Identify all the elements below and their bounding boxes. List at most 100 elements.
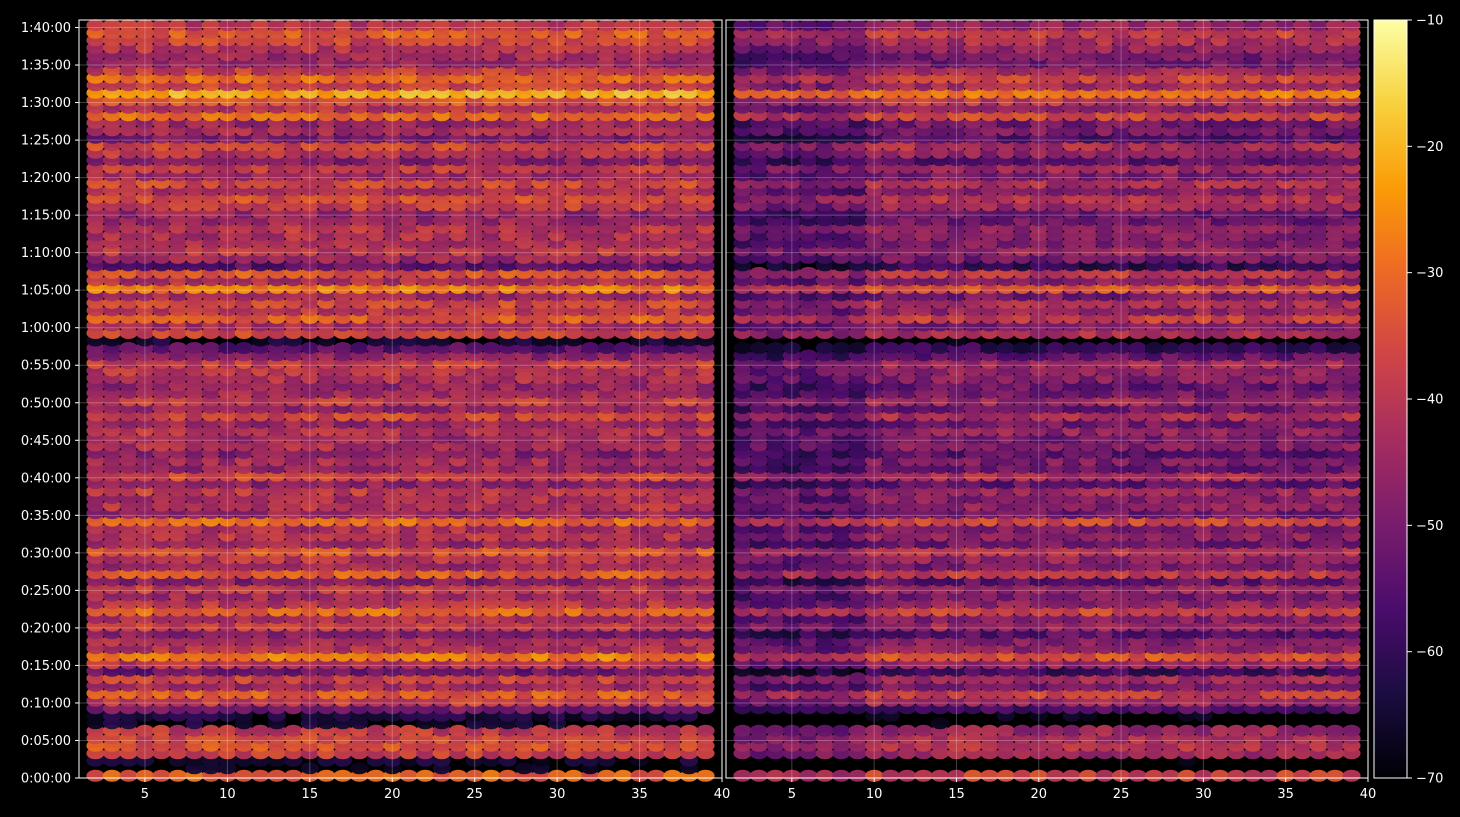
heatmap-cell — [1177, 724, 1196, 737]
heatmap-cell — [679, 724, 699, 737]
heatmap-cell — [597, 19, 616, 32]
heatmap-cell — [881, 724, 900, 737]
heatmap-cell — [1013, 769, 1032, 782]
heatmap-cell — [1046, 769, 1065, 782]
heatmap-cell — [333, 19, 352, 32]
heatmap-cell — [1260, 769, 1279, 782]
heatmap-cell — [234, 342, 253, 354]
panel-right — [725, 19, 1369, 782]
heatmap-cell — [1161, 769, 1180, 782]
heatmap-cell — [515, 762, 534, 775]
heatmap-cell — [234, 769, 253, 782]
heatmap-cell — [515, 19, 534, 32]
heatmap-cell — [267, 769, 286, 782]
heatmap-cell — [152, 769, 171, 782]
heatmap-cell — [749, 724, 769, 737]
heatmap-cell — [597, 724, 616, 737]
heatmap-cell — [597, 769, 616, 782]
heatmap-cell — [614, 724, 633, 737]
heatmap-cell — [733, 724, 752, 737]
heatmap-cell — [119, 19, 138, 32]
heatmap-cell — [980, 769, 999, 782]
heatmap-cell — [152, 724, 171, 737]
heatmap-cell — [449, 342, 468, 354]
heatmap-cell — [350, 19, 369, 32]
heatmap-cell — [1243, 769, 1262, 782]
heatmap-cell — [449, 724, 468, 737]
heatmap-cell — [251, 769, 270, 782]
heatmap-cell — [498, 19, 517, 32]
heatmap-cell — [267, 19, 286, 32]
heatmap-cell — [201, 19, 220, 32]
heatmap-cell — [832, 724, 851, 737]
heatmap-cell — [848, 672, 867, 685]
heatmap-cell — [168, 342, 187, 354]
heatmap-cell — [366, 19, 385, 32]
heatmap-cell — [564, 19, 583, 32]
heatmap-cell — [168, 724, 187, 737]
heatmap-cell — [581, 342, 600, 354]
heatmap-cell — [1144, 769, 1164, 782]
heatmap-cell — [152, 19, 171, 32]
heatmap-cell — [848, 769, 867, 782]
heatmap-cell — [482, 19, 501, 32]
heatmap-cell — [482, 342, 501, 354]
heatmap-cell — [696, 724, 715, 737]
heatmap-cell — [1062, 769, 1081, 782]
heatmap-cell — [482, 769, 501, 782]
heatmap-cell — [564, 724, 583, 737]
heatmap-cell — [531, 724, 550, 737]
heatmap-cell — [1342, 769, 1361, 782]
heatmap-cell — [201, 724, 220, 737]
panel-left — [78, 19, 723, 782]
heatmap-cell — [614, 19, 633, 32]
heatmap-cell — [1144, 724, 1164, 737]
heatmap-cell — [647, 724, 666, 737]
heatmap-cell — [1177, 769, 1196, 782]
heatmap-cell — [102, 19, 122, 32]
heatmap-cell — [614, 342, 633, 354]
heatmap-cell — [1243, 724, 1262, 737]
heatmap-cell — [996, 769, 1015, 782]
heatmap-cell — [581, 724, 600, 737]
heatmap-cell — [914, 769, 933, 782]
heatmap-cell — [881, 769, 900, 782]
heatmap-cell — [1326, 724, 1345, 737]
heatmap-cell — [284, 724, 303, 737]
heatmap-cell — [432, 19, 451, 32]
heatmap-cell — [930, 769, 950, 782]
heatmap-cell — [963, 769, 983, 782]
heatmap-cell — [980, 724, 999, 737]
heatmap-cell — [614, 769, 633, 782]
heatmap-cell — [679, 19, 699, 32]
heatmap-cell — [1260, 724, 1279, 737]
heatmap-cell — [1095, 769, 1114, 782]
heatmap-cell — [1293, 769, 1312, 782]
heatmap-cell — [86, 19, 105, 32]
heatmap-cell — [185, 19, 204, 32]
heatmap-cell — [1309, 724, 1328, 737]
heatmap-cell — [284, 769, 303, 782]
heatmap-cell — [333, 342, 352, 354]
heatmap-cell — [564, 769, 583, 782]
heatmap-cell — [416, 19, 435, 32]
heatmap-cell — [399, 769, 418, 782]
heatmap-cell — [914, 724, 933, 737]
heatmap-cell — [733, 769, 752, 782]
heatmap-cell — [1161, 724, 1180, 737]
heatmap-cell — [350, 342, 369, 354]
heatmap-cell — [399, 19, 418, 32]
heatmap-cell — [399, 724, 418, 737]
heatmap-cell — [119, 342, 138, 354]
heatmap-cell — [963, 724, 983, 737]
heatmap-cell — [1210, 769, 1229, 782]
heatmap-cell — [1342, 724, 1361, 737]
heatmap-cell — [1128, 769, 1147, 782]
heatmap-cell — [898, 724, 917, 737]
heatmap-cell — [168, 19, 187, 32]
heatmap-cell — [201, 342, 220, 354]
heatmap-cell — [696, 769, 715, 782]
heatmap-cell — [1046, 724, 1065, 737]
heatmap-cell — [1210, 724, 1229, 737]
heatmap-cell — [1079, 724, 1098, 737]
